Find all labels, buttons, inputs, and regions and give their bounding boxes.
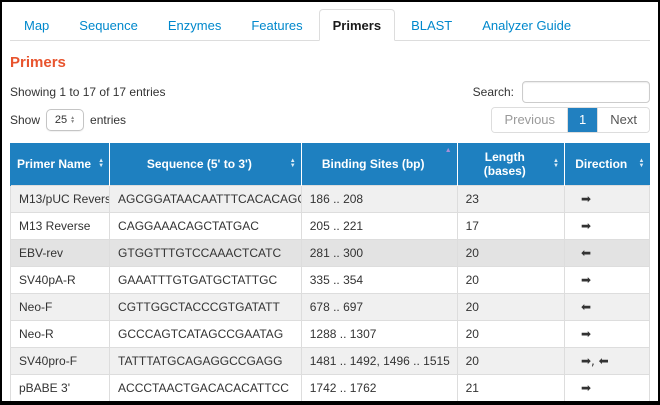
sequence-cell: GTGGACTCTTGTTCCAAACTGG <box>110 402 302 405</box>
primer-name-cell: F1ori-F <box>11 402 110 405</box>
sequence-cell: GCCCAGTCATAGCCGAATAG <box>110 321 302 348</box>
table-row: pBABE 3' ACCCTAACTGACACACATTCC 1742 .. 1… <box>11 375 650 402</box>
sequence-cell: CAGGAAACAGCTATGAC <box>110 213 302 240</box>
length-cell: 20 <box>457 348 564 375</box>
direction-cell: ➡, ⬅ <box>564 348 649 375</box>
length-cell: 20 <box>457 240 564 267</box>
sort-icon: ▲▼ <box>290 159 296 169</box>
binding-sites-cell: 1742 .. 1762 <box>301 375 457 402</box>
primer-name-cell: M13/pUC Reverse <box>11 186 110 213</box>
tab-features-label[interactable]: Features <box>237 9 316 41</box>
sequence-cell: GAAATTTGTGATGCTATTGC <box>110 267 302 294</box>
table-row: EBV-rev GTGGTTTGTCCAAACTCATC 281 .. 300 … <box>11 240 650 267</box>
direction-cell: ➡ <box>564 213 649 240</box>
pagination-next[interactable]: Next <box>597 108 649 132</box>
tab-map[interactable]: Map <box>10 9 63 41</box>
entries-label: entries <box>90 113 126 127</box>
pagination-next-label[interactable]: Next <box>598 108 649 132</box>
app-window: Map Sequence Enzymes Features Primers BL… <box>0 0 660 405</box>
primers-table: Primer Name ▲▼ Sequence (5' to 3') ▲▼ Bi… <box>10 143 650 405</box>
binding-sites-cell: 205 .. 221 <box>301 213 457 240</box>
binding-sites-cell: 1481 .. 1492, 1496 .. 1515 <box>301 348 457 375</box>
primer-name-cell: pBABE 3' <box>11 375 110 402</box>
primer-name-cell: EBV-rev <box>11 240 110 267</box>
sort-icon: ▲▼ <box>98 159 104 169</box>
binding-sites-cell: 678 .. 697 <box>301 294 457 321</box>
length-cell: 17 <box>457 213 564 240</box>
entries-per-page-value: 25 <box>55 114 67 126</box>
table-header-row: Primer Name ▲▼ Sequence (5' to 3') ▲▼ Bi… <box>11 143 650 186</box>
direction-cell: ⬅ <box>564 240 649 267</box>
primer-name-cell: Neo-F <box>11 294 110 321</box>
page-title: Primers <box>10 54 650 71</box>
table-row: SV40pA-R GAAATTTGTGATGCTATTGC 335 .. 354… <box>11 267 650 294</box>
table-row: M13/pUC Reverse AGCGGATAACAATTTCACACAGG … <box>11 186 650 213</box>
sort-icon: ▲▼ <box>639 159 645 169</box>
pagination-previous-label[interactable]: Previous <box>492 108 567 132</box>
tab-bar: Map Sequence Enzymes Features Primers BL… <box>10 9 650 41</box>
sequence-cell: CGTTGGCTACCCGTGATATT <box>110 294 302 321</box>
table-row: M13 Reverse CAGGAAACAGCTATGAC 205 .. 221… <box>11 213 650 240</box>
primer-name-cell: SV40pA-R <box>11 267 110 294</box>
tab-enzymes[interactable]: Enzymes <box>154 9 235 41</box>
tab-analyzer-guide-label[interactable]: Analyzer Guide <box>468 9 585 41</box>
table-row: Neo-R GCCCAGTCATAGCCGAATAG 1288 .. 1307 … <box>11 321 650 348</box>
table-row: F1ori-F GTGGACTCTTGTTCCAAACTGG 1881 .. 1… <box>11 402 650 405</box>
direction-cell: ➡ <box>564 375 649 402</box>
pagination-page-1[interactable]: 1 <box>567 108 597 132</box>
sequence-cell: ACCCTAACTGACACACATTCC <box>110 375 302 402</box>
tab-map-label[interactable]: Map <box>10 9 63 41</box>
primer-name-cell: M13 Reverse <box>11 213 110 240</box>
sort-ascending-icon: ▲ <box>445 147 452 154</box>
tab-sequence[interactable]: Sequence <box>65 9 152 41</box>
tab-primers[interactable]: Primers <box>319 9 395 41</box>
sequence-cell: GTGGTTTGTCCAAACTCATC <box>110 240 302 267</box>
sort-icon: ▲▼ <box>553 159 559 169</box>
length-cell: 23 <box>457 186 564 213</box>
direction-cell: ⬅ <box>564 402 649 405</box>
direction-cell: ➡ <box>564 321 649 348</box>
primer-name-cell: SV40pro-F <box>11 348 110 375</box>
column-header-sequence[interactable]: Sequence (5' to 3') ▲▼ <box>110 143 302 186</box>
length-cell: 20 <box>457 267 564 294</box>
binding-sites-cell: 281 .. 300 <box>301 240 457 267</box>
binding-sites-cell: 335 .. 354 <box>301 267 457 294</box>
column-header-length[interactable]: Length (bases) ▲▼ <box>457 143 564 186</box>
tab-blast[interactable]: BLAST <box>397 9 466 41</box>
search-input[interactable] <box>522 81 650 103</box>
tab-features[interactable]: Features <box>237 9 316 41</box>
column-header-direction[interactable]: Direction ▲▼ <box>564 143 649 186</box>
show-label: Show <box>10 113 40 127</box>
tab-blast-label[interactable]: BLAST <box>397 9 466 41</box>
sequence-cell: TATTTATGCAGAGGCCGAGG <box>110 348 302 375</box>
column-header-binding-sites[interactable]: Binding Sites (bp) ▲ <box>301 143 457 186</box>
length-cell: 21 <box>457 375 564 402</box>
search-label: Search: <box>473 85 514 99</box>
tab-analyzer-guide[interactable]: Analyzer Guide <box>468 9 585 41</box>
pagination-page-1-label[interactable]: 1 <box>568 108 597 132</box>
pagination-previous[interactable]: Previous <box>492 108 567 132</box>
tab-enzymes-label[interactable]: Enzymes <box>154 9 235 41</box>
binding-sites-cell: 1881 .. 1902 <box>301 402 457 405</box>
direction-cell: ⬅ <box>564 294 649 321</box>
direction-cell: ➡ <box>564 186 649 213</box>
length-cell: 22 <box>457 402 564 405</box>
binding-sites-cell: 1288 .. 1307 <box>301 321 457 348</box>
table-row: SV40pro-F TATTTATGCAGAGGCCGAGG 1481 .. 1… <box>11 348 650 375</box>
pagination: Previous 1 Next <box>491 107 650 133</box>
entries-info: Showing 1 to 17 of 17 entries <box>10 85 165 99</box>
select-stepper-icon: ▲ ▼ <box>70 116 75 124</box>
direction-cell: ➡ <box>564 267 649 294</box>
table-row: Neo-F CGTTGGCTACCCGTGATATT 678 .. 697 20… <box>11 294 650 321</box>
entries-per-page-select[interactable]: 25 ▲ ▼ <box>46 109 84 131</box>
sequence-cell: AGCGGATAACAATTTCACACAGG <box>110 186 302 213</box>
length-cell: 20 <box>457 294 564 321</box>
tab-sequence-label[interactable]: Sequence <box>65 9 152 41</box>
primer-name-cell: Neo-R <box>11 321 110 348</box>
tab-primers-label[interactable]: Primers <box>319 9 395 41</box>
length-cell: 20 <box>457 321 564 348</box>
column-header-primer-name[interactable]: Primer Name ▲▼ <box>11 143 110 186</box>
binding-sites-cell: 186 .. 208 <box>301 186 457 213</box>
